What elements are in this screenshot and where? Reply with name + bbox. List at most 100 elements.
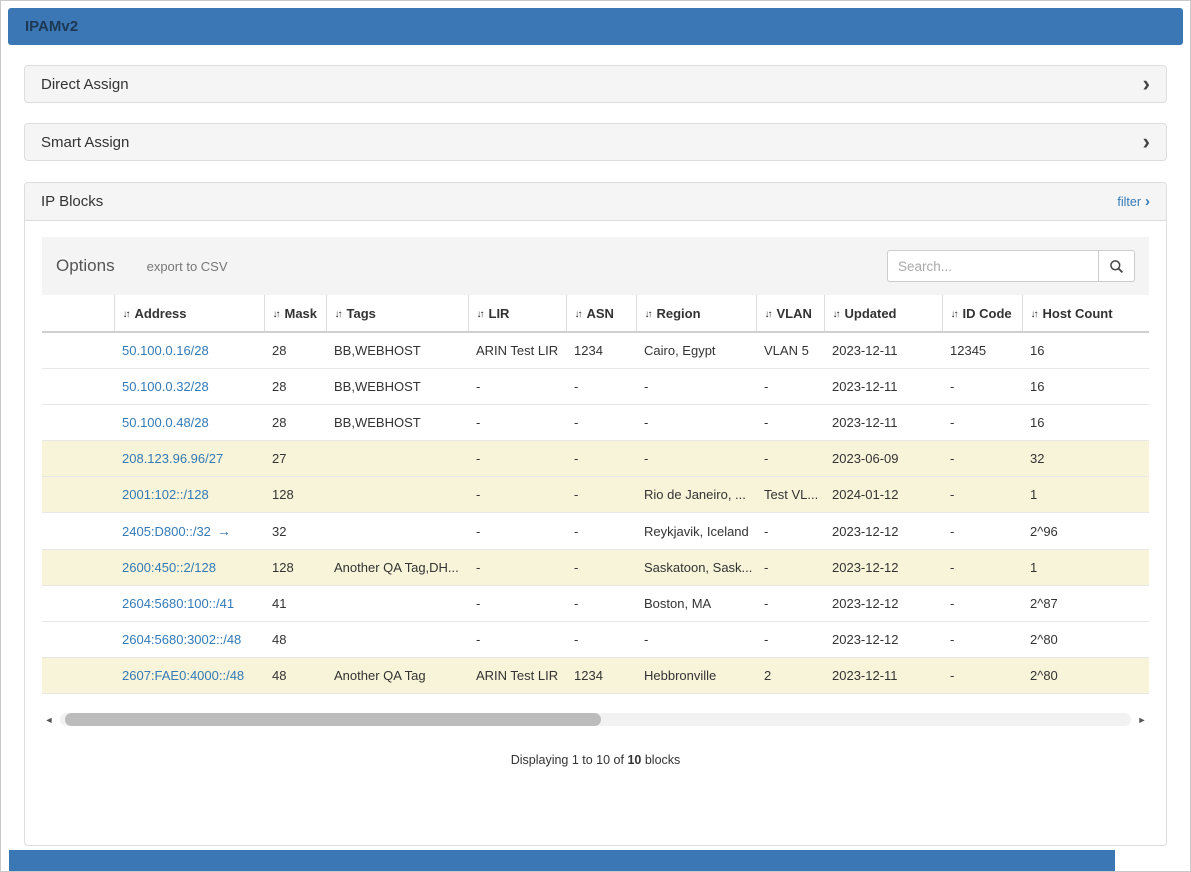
updated-cell: 2023-12-12 — [824, 622, 942, 658]
column-header[interactable]: ↓↑Updated — [824, 295, 942, 332]
address-link[interactable]: 2600:450::2/128 — [122, 560, 216, 575]
app-footer — [9, 850, 1115, 871]
table-body: 50.100.0.16/28 28 BB,WEBHOST ARIN Test L… — [42, 332, 1149, 694]
record-summary: Displaying 1 to 10 of 10 blocks — [42, 753, 1149, 767]
region-cell: Rio de Janeiro, ... — [636, 477, 756, 513]
column-header[interactable]: ↓↑Tags — [326, 295, 468, 332]
ip-blocks-panel: IP Blocks filter › Options export to CSV — [24, 182, 1167, 846]
address-link[interactable]: 50.100.0.32/28 — [122, 379, 209, 394]
row-spacer — [42, 586, 114, 622]
address-cell: 2405:D800::/32→ — [114, 513, 264, 550]
direct-assign-panel[interactable]: Direct Assign › — [24, 65, 1167, 103]
column-header[interactable]: ↓↑ASN — [566, 295, 636, 332]
mask-cell: 41 — [264, 586, 326, 622]
updated-cell: 2024-01-12 — [824, 477, 942, 513]
column-header[interactable]: ↓↑Mask — [264, 295, 326, 332]
updated-cell: 2023-12-12 — [824, 586, 942, 622]
scrollbar-thumb[interactable] — [65, 713, 601, 726]
sort-icon: ↓↑ — [335, 309, 341, 320]
vlan-cell: - — [756, 369, 824, 405]
chevron-right-icon: › — [1145, 194, 1150, 209]
lir-cell: ARIN Test LIR — [468, 658, 566, 694]
scrollbar-track[interactable] — [60, 713, 1131, 726]
tags-cell — [326, 477, 468, 513]
updated-cell: 2023-12-11 — [824, 405, 942, 441]
lir-cell: ARIN Test LIR — [468, 332, 566, 369]
column-header[interactable]: ↓↑Host Count — [1022, 295, 1149, 332]
sort-icon: ↓↑ — [575, 309, 581, 320]
address-link[interactable]: 2405:D800::/32 — [122, 524, 211, 539]
smart-assign-panel[interactable]: Smart Assign › — [24, 123, 1167, 161]
id-code-cell: - — [942, 405, 1022, 441]
sort-icon: ↓↑ — [123, 309, 129, 320]
column-header[interactable]: ↓↑VLAN — [756, 295, 824, 332]
region-cell: - — [636, 405, 756, 441]
column-label: Host Count — [1043, 306, 1113, 321]
asn-cell: - — [566, 622, 636, 658]
sort-icon: ↓↑ — [951, 309, 957, 320]
vlan-cell: - — [756, 550, 824, 586]
host-count-cell: 16 — [1022, 332, 1149, 369]
host-count-cell: 2^80 — [1022, 658, 1149, 694]
lir-cell: - — [468, 513, 566, 550]
vlan-cell: - — [756, 586, 824, 622]
region-cell: Saskatoon, Sask... — [636, 550, 756, 586]
search-button[interactable] — [1098, 250, 1135, 282]
address-link[interactable]: 50.100.0.48/28 — [122, 415, 209, 430]
address-cell: 50.100.0.16/28 — [114, 332, 264, 369]
column-header[interactable]: ↓↑LIR — [468, 295, 566, 332]
column-header[interactable]: ↓↑Region — [636, 295, 756, 332]
row-spacer — [42, 369, 114, 405]
vlan-cell: - — [756, 441, 824, 477]
mask-cell: 28 — [264, 405, 326, 441]
filter-link[interactable]: filter › — [1117, 194, 1150, 209]
asn-cell: - — [566, 513, 636, 550]
address-cell: 50.100.0.48/28 — [114, 405, 264, 441]
id-code-cell: 12345 — [942, 332, 1022, 369]
vlan-cell: - — [756, 622, 824, 658]
column-label: LIR — [489, 306, 510, 321]
updated-cell: 2023-12-11 — [824, 369, 942, 405]
address-link[interactable]: 2001:102::/128 — [122, 487, 209, 502]
sort-icon: ↓↑ — [833, 309, 839, 320]
table-row: 50.100.0.48/28 28 BB,WEBHOST - - - - 202… — [42, 405, 1149, 441]
scroll-left-arrow[interactable]: ◄ — [42, 715, 56, 725]
table-row: 2604:5680:100::/41 41 - - Boston, MA - 2… — [42, 586, 1149, 622]
tags-cell: BB,WEBHOST — [326, 369, 468, 405]
horizontal-scrollbar[interactable]: ◄ ► — [42, 712, 1149, 727]
lir-cell: - — [468, 405, 566, 441]
address-link[interactable]: 208.123.96.96/27 — [122, 451, 223, 466]
app-header: IPAMv2 — [8, 8, 1183, 45]
host-count-cell: 2^87 — [1022, 586, 1149, 622]
address-link[interactable]: 50.100.0.16/28 — [122, 343, 209, 358]
search-input[interactable] — [887, 250, 1099, 282]
asn-cell: 1234 — [566, 658, 636, 694]
region-cell: Hebbronville — [636, 658, 756, 694]
address-link[interactable]: 2604:5680:3002::/48 — [122, 632, 241, 647]
export-csv-link[interactable]: export to CSV — [147, 259, 228, 274]
address-link[interactable]: 2604:5680:100::/41 — [122, 596, 234, 611]
address-cell: 208.123.96.96/27 — [114, 441, 264, 477]
table-row: 2001:102::/128 128 - - Rio de Janeiro, .… — [42, 477, 1149, 513]
column-header[interactable]: ↓↑Address — [114, 295, 264, 332]
asn-cell: - — [566, 477, 636, 513]
table-row: 50.100.0.16/28 28 BB,WEBHOST ARIN Test L… — [42, 332, 1149, 369]
row-spacer — [42, 622, 114, 658]
id-code-cell: - — [942, 477, 1022, 513]
host-count-cell: 2^96 — [1022, 513, 1149, 550]
mask-cell: 28 — [264, 332, 326, 369]
ip-blocks-header: IP Blocks filter › — [25, 183, 1166, 221]
region-cell: - — [636, 441, 756, 477]
search-icon — [1109, 259, 1124, 274]
region-cell: - — [636, 369, 756, 405]
table-row: 2405:D800::/32→ 32 - - Reykjavik, Icelan… — [42, 513, 1149, 550]
address-link[interactable]: 2607:FAE0:4000::/48 — [122, 668, 244, 683]
host-count-cell: 16 — [1022, 405, 1149, 441]
column-header[interactable]: ↓↑ID Code — [942, 295, 1022, 332]
vlan-cell: - — [756, 405, 824, 441]
vlan-cell: VLAN 5 — [756, 332, 824, 369]
scroll-right-arrow[interactable]: ► — [1135, 715, 1149, 725]
filter-label: filter — [1117, 195, 1141, 209]
mask-cell: 128 — [264, 550, 326, 586]
vlan-cell: - — [756, 513, 824, 550]
